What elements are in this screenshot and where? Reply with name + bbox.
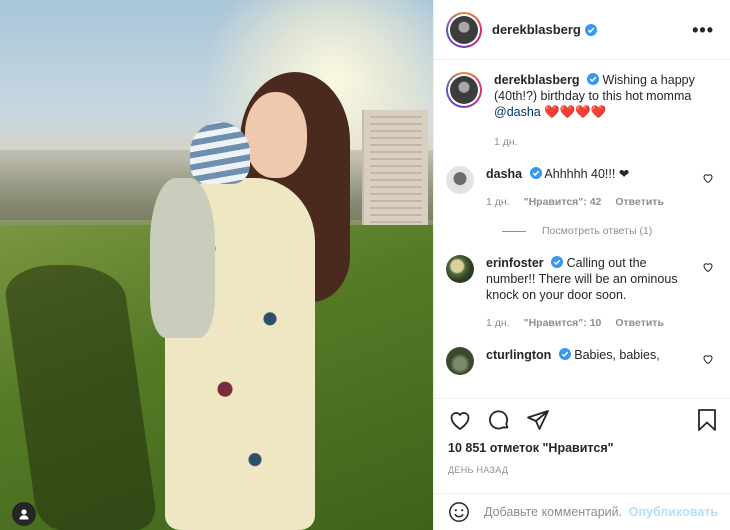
comment-meta: 1 дн. "Нравится": 42 Ответить xyxy=(486,194,696,210)
post-photo[interactable] xyxy=(0,0,433,530)
post-panel: derekblasberg ••• derekblasberg Wishing … xyxy=(433,0,730,530)
like-comment-heart-icon[interactable] xyxy=(702,172,714,184)
comment-text: erinfoster Calling out the number!! Ther… xyxy=(486,255,714,331)
verified-badge-icon xyxy=(584,23,597,36)
reply-button[interactable]: Ответить xyxy=(615,194,664,210)
reply-button[interactable]: Ответить xyxy=(615,315,664,331)
comment-bubble-icon[interactable] xyxy=(487,408,511,432)
more-options-icon[interactable]: ••• xyxy=(692,21,714,39)
comment-erinfoster: erinfoster Calling out the number!! Ther… xyxy=(446,255,714,331)
caption-meta: 1 дн. xyxy=(494,134,696,150)
post-date[interactable]: ДЕНЬ НАЗАД xyxy=(448,465,508,475)
caption-mention[interactable]: @dasha xyxy=(494,105,541,119)
view-replies-label: Посмотреть ответы (1) xyxy=(542,225,653,237)
post-header: derekblasberg ••• xyxy=(434,0,730,60)
caption-time[interactable]: 1 дн. xyxy=(494,134,518,150)
likes-count[interactable]: 10 851 отметок "Нравится" xyxy=(448,441,614,455)
baby-body xyxy=(150,178,215,338)
comment-input[interactable] xyxy=(484,505,623,519)
comments-list[interactable]: derekblasberg Wishing a happy (40th!?) b… xyxy=(434,60,730,398)
action-bar xyxy=(434,398,730,440)
tower-building xyxy=(362,110,428,230)
view-replies-button[interactable]: Посмотреть ответы (1) xyxy=(502,225,714,237)
comment-username[interactable]: cturlington xyxy=(486,348,551,362)
comment-body: Ahhhhh 40!!! ❤ xyxy=(544,167,630,181)
like-comment-heart-icon[interactable] xyxy=(702,353,714,365)
caption-username[interactable]: derekblasberg xyxy=(494,73,579,87)
comment-likes[interactable]: "Нравится": 42 xyxy=(524,194,602,210)
commenter-avatar[interactable] xyxy=(446,166,474,194)
like-comment-heart-icon[interactable] xyxy=(702,261,714,273)
comment-text: dasha Ahhhhh 40!!! ❤ 1 дн. "Нравится": 4… xyxy=(486,166,714,210)
comment-username[interactable]: erinfoster xyxy=(486,256,544,270)
comment-dasha: dasha Ahhhhh 40!!! ❤ 1 дн. "Нравится": 4… xyxy=(446,166,714,210)
baby-hat xyxy=(190,122,250,184)
caption-avatar[interactable] xyxy=(446,72,482,108)
comment-meta: 1 дн. "Нравится": 10 Ответить xyxy=(486,315,696,331)
emoji-smiley-icon[interactable] xyxy=(448,501,470,523)
share-paper-plane-icon[interactable] xyxy=(526,408,550,432)
woman-face xyxy=(245,92,307,178)
comment-text: cturlington Babies, babies, xyxy=(486,347,714,363)
comment-composer: Опубликовать xyxy=(434,493,730,530)
commenter-avatar[interactable] xyxy=(446,255,474,283)
tagged-user-icon[interactable] xyxy=(12,502,36,526)
comment-likes[interactable]: "Нравится": 10 xyxy=(524,315,602,331)
comment-time[interactable]: 1 дн. xyxy=(486,315,510,331)
verified-badge-icon xyxy=(551,256,564,268)
verified-badge-icon xyxy=(529,167,542,179)
like-heart-icon[interactable] xyxy=(448,408,472,432)
verified-badge-icon xyxy=(558,348,571,360)
caption-emoji: ❤️❤️❤️❤️ xyxy=(544,105,607,119)
author-username[interactable]: derekblasberg xyxy=(492,22,581,37)
save-bookmark-icon[interactable] xyxy=(696,408,718,432)
caption: derekblasberg Wishing a happy (40th!?) b… xyxy=(446,72,714,150)
comment-body: Babies, babies, xyxy=(574,348,660,362)
comment-username[interactable]: dasha xyxy=(486,167,522,181)
comment-time[interactable]: 1 дн. xyxy=(486,194,510,210)
publish-button[interactable]: Опубликовать xyxy=(629,505,718,519)
caption-text: derekblasberg Wishing a happy (40th!?) b… xyxy=(494,72,714,150)
comment-cturlington: cturlington Babies, babies, xyxy=(446,347,714,375)
verified-badge-icon xyxy=(586,73,599,85)
replies-divider xyxy=(502,230,526,232)
commenter-avatar[interactable] xyxy=(446,347,474,375)
author-avatar[interactable] xyxy=(446,11,482,48)
